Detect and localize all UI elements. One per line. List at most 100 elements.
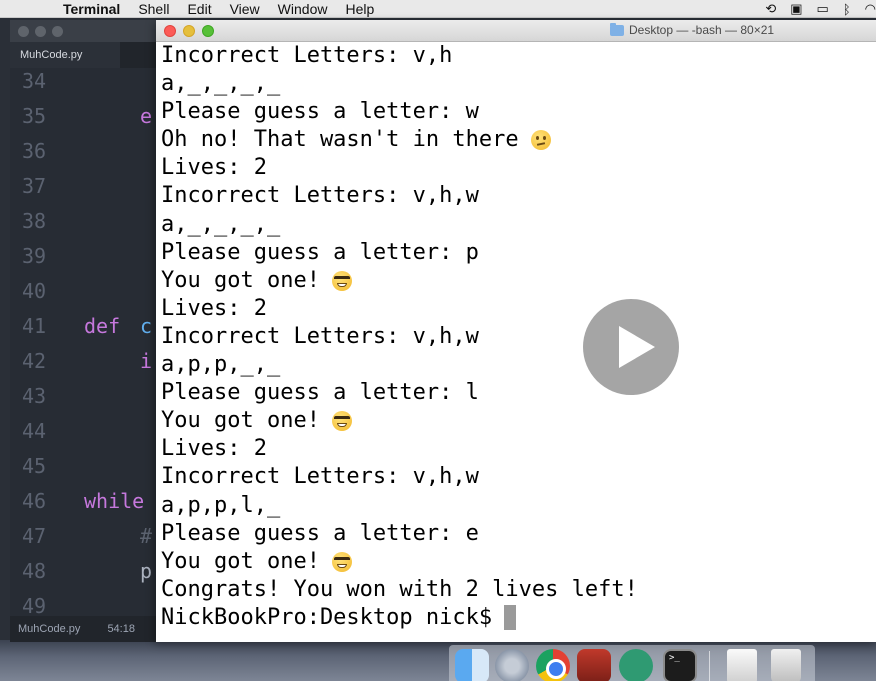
editor-tab-muhcode[interactable]: MuhCode.py [10, 42, 120, 68]
play-icon [619, 326, 655, 368]
code-fragment: c [140, 314, 153, 338]
line-number: 49 [22, 594, 47, 618]
terminal-line-text: Lives: 2 [161, 295, 267, 321]
terminal-line-text: Oh no! That wasn't in there [161, 127, 519, 153]
menu-bar: Terminal Shell Edit View Window Help ⟲ ▣… [0, 0, 876, 18]
terminal-line: Incorrect Letters: v,h,w [161, 323, 873, 351]
status-file-name[interactable]: MuhCode.py [18, 623, 80, 635]
terminal-line: Please guess a letter: e [161, 520, 873, 548]
terminal-line-text: Please guess a letter: p [161, 239, 479, 265]
nerd-face-icon [331, 270, 352, 291]
time-machine-icon[interactable]: ⟲ [765, 1, 776, 17]
line-number: 39 [22, 244, 47, 268]
confused-face-icon [530, 130, 551, 151]
terminal-zoom-button[interactable] [202, 25, 214, 37]
terminal-line-text: Incorrect Letters: v,h,w [161, 464, 479, 490]
nerd-face-icon [331, 411, 352, 432]
terminal-line: Incorrect Letters: v,h [161, 42, 873, 70]
line-number: 42 [22, 349, 47, 373]
line-number: 47 [22, 524, 47, 548]
terminal-line: Oh no! That wasn't in there [161, 126, 873, 154]
status-menu-area: ⟲ ▣ ▭ ᛒ ◠ [765, 0, 876, 18]
line-number: 48 [22, 559, 47, 583]
terminal-line-text: You got one! [161, 548, 320, 574]
text-cursor [504, 605, 517, 631]
terminal-line: Please guess a letter: p [161, 239, 873, 267]
code-fragment: # [140, 524, 153, 548]
terminal-line-text: Lives: 2 [161, 436, 267, 462]
editor-minimize-button[interactable] [35, 25, 46, 37]
play-button[interactable] [583, 299, 679, 395]
terminal-line: You got one! [161, 267, 873, 295]
terminal-line-text: Please guess a letter: w [161, 99, 479, 125]
code-fragment: p [140, 559, 153, 583]
menu-help[interactable]: Help [345, 1, 374, 17]
terminal-close-button[interactable] [164, 25, 176, 37]
terminal-line: Congrats! You won with 2 lives left! [161, 576, 873, 604]
airplay-icon[interactable]: ▭ [817, 1, 829, 17]
atom-icon[interactable] [619, 649, 653, 681]
menu-shell[interactable]: Shell [138, 1, 169, 17]
line-number: 40 [22, 279, 47, 303]
code-fragment: i [140, 349, 153, 373]
line-number: 34 [22, 69, 47, 93]
code-fragment: def [84, 314, 121, 338]
terminal-line: a,p,p,_,_ [161, 351, 873, 379]
terminal-line: Lives: 2 [161, 295, 873, 323]
bluetooth-icon[interactable]: ᛒ [843, 2, 851, 17]
nerd-face-icon [331, 551, 352, 572]
menu-view[interactable]: View [230, 1, 260, 17]
terminal-line: Lives: 2 [161, 154, 873, 182]
terminal-line-text: a,p,p,_,_ [161, 352, 281, 378]
terminal-minimize-button[interactable] [183, 25, 195, 37]
menu-app-name[interactable]: Terminal [63, 1, 120, 17]
code-fragment: while [84, 489, 145, 513]
terminal-line: a,p,p,l,_ [161, 492, 873, 520]
terminal-icon[interactable] [663, 649, 697, 681]
photo-booth-icon[interactable] [577, 649, 611, 681]
line-number: 43 [22, 384, 47, 408]
editor-zoom-button[interactable] [52, 25, 63, 37]
line-number: 44 [22, 419, 47, 443]
terminal-titlebar: Desktop — -bash — 80×21 [156, 20, 876, 42]
code-fragment: e [140, 104, 153, 128]
launchpad-icon[interactable] [495, 649, 529, 681]
terminal-line-text: a,p,p,l,_ [161, 492, 281, 518]
terminal-line-text: Incorrect Letters: v,h [161, 43, 453, 68]
terminal-line: You got one! [161, 548, 873, 576]
terminal-line-text: Please guess a letter: l [161, 380, 479, 406]
finder-icon[interactable] [455, 649, 489, 681]
screen-record-icon[interactable]: ▣ [790, 1, 802, 17]
terminal-line: You got one! [161, 407, 873, 435]
terminal-title-text: Desktop — -bash — 80×21 [629, 23, 775, 37]
terminal-line-text: Please guess a letter: e [161, 520, 479, 546]
terminal-line-text: a,_,_,_,_ [161, 211, 281, 237]
terminal-prompt: NickBookPro:Desktop nick$ [161, 604, 493, 630]
terminal-line: Please guess a letter: l [161, 379, 873, 407]
terminal-line: Incorrect Letters: v,h,w [161, 182, 873, 210]
terminal-line-text: a,_,_,_,_ [161, 71, 281, 97]
line-number: 37 [22, 174, 47, 198]
terminal-title: Desktop — -bash — 80×21 [610, 22, 775, 37]
terminal-prompt-line[interactable]: NickBookPro:Desktop nick$ [161, 604, 873, 632]
line-number: 46 [22, 489, 47, 513]
terminal-line: Incorrect Letters: v,h,w [161, 463, 873, 491]
status-cursor-position[interactable]: 54:18 [107, 623, 135, 635]
menu-window[interactable]: Window [278, 1, 328, 17]
terminal-output[interactable]: Incorrect Letters: v,h a,_,_,_,_ Please gu… [161, 42, 873, 640]
wifi-icon[interactable]: ◠ [865, 1, 876, 17]
dock [449, 645, 815, 681]
chrome-icon[interactable] [536, 649, 570, 681]
terminal-line-text: Incorrect Letters: v,h,w [161, 183, 479, 209]
line-number: 41 [22, 314, 47, 338]
terminal-line-text: You got one! [161, 267, 320, 293]
terminal-line-text: Congrats! You won with 2 lives left! [161, 576, 638, 602]
editor-close-button[interactable] [18, 25, 29, 37]
trash-icon[interactable] [771, 649, 801, 681]
documents-icon[interactable] [727, 649, 757, 681]
menu-edit[interactable]: Edit [187, 1, 211, 17]
terminal-line: a,_,_,_,_ [161, 70, 873, 98]
folder-icon [610, 22, 624, 36]
terminal-line: a,_,_,_,_ [161, 211, 873, 239]
line-number: 45 [22, 454, 47, 478]
